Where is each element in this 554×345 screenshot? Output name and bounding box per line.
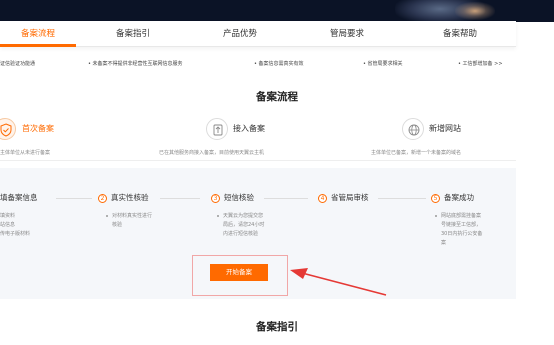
flow-step-title: 备案成功	[444, 193, 474, 202]
notice-item[interactable]: • 未备案不得提供非经营性互联网信息服务	[88, 60, 183, 67]
flow-step-line: 号链接至工信部，	[441, 222, 482, 228]
start-filing-button[interactable]: 开始备案	[210, 264, 268, 281]
flow-step-line: 天翼云为您提交您	[217, 212, 264, 221]
flow-connector	[264, 198, 308, 199]
hero-banner-highlight	[455, 2, 495, 20]
shield-icon	[0, 118, 16, 140]
annotation-arrow-icon	[290, 268, 387, 296]
flow-step-line: 30日内执行公安备	[441, 231, 483, 237]
flow-step-detail: 网站底部需挂备案 号链接至工信部， 30日内执行公安备 案	[435, 212, 482, 248]
step-number-badge: 2	[98, 194, 107, 203]
tab-guide[interactable]: 备案指引	[95, 21, 171, 47]
flow-connector	[378, 198, 426, 199]
tab-help[interactable]: 备案帮助	[422, 21, 498, 47]
flow-step-title: 短信核验	[224, 193, 254, 202]
flow-step-line: 对材料真实性进行	[106, 212, 152, 221]
flow-step-detail: 对材料真实性进行 核验	[106, 212, 152, 230]
flow-step-title: 省管局审核	[331, 193, 369, 202]
flow-step-line: 内进行短信核验	[223, 231, 259, 237]
tab-advantages[interactable]: 产品优势	[202, 21, 278, 47]
step-label: 新增网站	[429, 124, 461, 133]
step-description: 主体单位从未进行备案	[0, 150, 51, 156]
notice-item[interactable]: • 备案信息需真实有效	[254, 60, 304, 67]
hero-banner	[0, 0, 554, 22]
active-tab-indicator	[0, 44, 76, 47]
flow-connector	[56, 198, 92, 199]
flow-step-detail: 填资料 站信息 传电子版材料	[0, 212, 30, 239]
notice-item[interactable]: • 工信部增加备 >>	[458, 60, 503, 67]
guide-section-title: 备案指引	[256, 321, 298, 333]
flow-step-title: 填备案信息	[0, 193, 38, 202]
step-description: 已在其他服务商接入备案，目前使用天翼云主机	[159, 150, 265, 156]
step-description: 主体单位已备案，新增一个未备案的域名	[371, 150, 462, 156]
flow-step-detail: 天翼云为您提交您 局后，请您24小时 内进行短信核验	[217, 212, 264, 239]
flow-step-line: 核验	[112, 222, 123, 228]
divider	[0, 160, 516, 161]
process-section-title: 备案流程	[256, 91, 298, 103]
section-tab-bar: 备案流程 备案指引 产品优势 管局要求 备案帮助	[0, 21, 516, 47]
tab-requirements[interactable]: 管局要求	[309, 21, 385, 47]
flow-step-line: 案	[441, 240, 447, 246]
notice-row: 证信验证功能通 • 未备案不得提供非经营性互联网信息服务 • 备案信息需真实有效…	[0, 60, 554, 70]
flow-step-line: 局后，请您24小时	[223, 222, 265, 228]
step-number-badge: 3	[211, 194, 220, 203]
notice-item[interactable]: 证信验证功能通	[0, 60, 35, 67]
flow-step-line: 站信息	[0, 222, 16, 228]
flow-step-title: 真实性核验	[111, 193, 149, 202]
flow-step-line: 填资料	[0, 213, 16, 219]
step-label: 首次备案	[22, 124, 54, 133]
notice-item[interactable]: • 省管局要求相关	[363, 60, 403, 67]
step-label: 接入备案	[233, 124, 265, 133]
transfer-icon	[206, 118, 228, 140]
flow-connector	[160, 198, 200, 199]
flow-step-line: 传电子版材料	[0, 231, 31, 237]
step-number-badge: 4	[318, 194, 327, 203]
globe-icon	[402, 118, 424, 140]
flow-step-line: 网站底部需挂备案	[435, 212, 482, 221]
step-number-badge: 5	[431, 194, 440, 203]
